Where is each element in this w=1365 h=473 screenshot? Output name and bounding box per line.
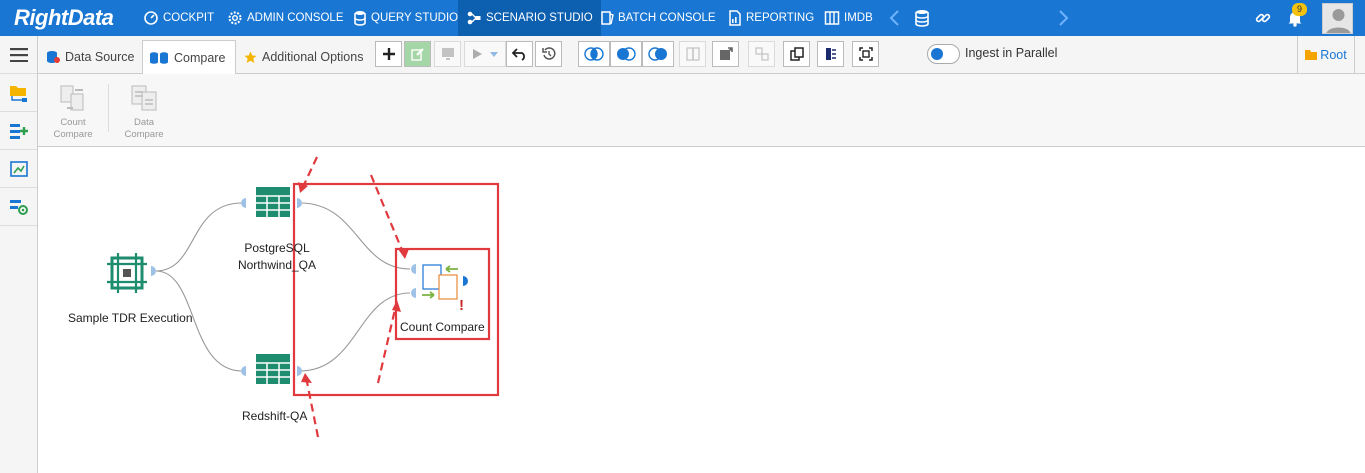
star-icon [244, 51, 257, 63]
left-join-button[interactable] [610, 41, 642, 67]
report-icon [729, 10, 741, 26]
preview-button[interactable] [434, 41, 461, 67]
user-avatar[interactable] [1322, 3, 1353, 34]
compare-icon [150, 51, 168, 64]
database-stack-icon[interactable] [914, 9, 930, 27]
root-folder-button[interactable]: Root [1297, 36, 1354, 73]
gear-icon [228, 11, 242, 25]
nav-batch-console[interactable]: BATCH CONSOLE [592, 0, 724, 36]
tool-data-compare[interactable]: Data Compare [114, 84, 174, 141]
count-compare-tool-icon [60, 85, 84, 111]
batch-icon [601, 11, 614, 25]
expand-arrow-icon [719, 47, 733, 60]
fit-screen-button[interactable] [852, 41, 879, 67]
venn-left-icon [617, 47, 636, 61]
data-source-icon [47, 51, 60, 63]
link-icon[interactable] [1254, 9, 1272, 27]
venn-right-icon [648, 47, 667, 61]
app-logo[interactable]: RightData [14, 5, 114, 31]
scenario-icon [467, 11, 481, 25]
history-icon [541, 47, 556, 60]
label-sample-tdr-execution: Sample TDR Execution [68, 311, 193, 325]
right-join-button[interactable] [642, 41, 674, 67]
caret-down-icon [490, 52, 498, 57]
node-redshift[interactable] [241, 354, 302, 384]
venn-inner-icon [584, 47, 604, 61]
sidebar-add-scenario[interactable] [0, 112, 37, 150]
label-postgresql: PostgreSQL Northwind_QA [237, 241, 317, 272]
warning-indicator: ! [459, 297, 464, 314]
database-icon [354, 11, 366, 26]
history-button[interactable] [535, 41, 562, 67]
chevron-right-icon[interactable] [1056, 9, 1070, 27]
tab-compare[interactable]: Compare [142, 40, 236, 74]
split-icon [685, 47, 700, 61]
copy-button[interactable] [783, 41, 810, 67]
columns-icon [824, 11, 840, 25]
sidebar-dashboard[interactable] [0, 150, 37, 188]
tool-palette: Count Compare Data Compare [38, 74, 1365, 147]
undo-icon [511, 48, 525, 61]
node-postgresql[interactable] [241, 187, 302, 217]
sidebar-menu[interactable] [0, 36, 37, 74]
monitor-icon [441, 48, 454, 60]
image-frame-icon [9, 160, 28, 177]
tab-data-source[interactable]: Data Source [40, 40, 140, 74]
folder-tree-icon [9, 85, 27, 102]
folder-icon [1305, 50, 1318, 60]
tab-additional-options[interactable]: Additional Options [238, 40, 369, 74]
workflow-graph [107, 156, 500, 438]
label-redshift: Redshift-QA [242, 409, 308, 423]
node-count-compare[interactable] [411, 264, 468, 300]
settings-list-icon [9, 199, 28, 215]
add-list-icon [9, 123, 28, 139]
nav-scenario-studio[interactable]: SCENARIO STUDIO [458, 0, 601, 36]
run-button[interactable] [464, 41, 506, 67]
fit-screen-icon [858, 47, 873, 61]
edit-icon [410, 48, 424, 61]
ingest-parallel-toggle[interactable] [927, 44, 960, 64]
label-count-compare: Count Compare [400, 320, 485, 334]
split-button[interactable] [679, 41, 706, 67]
hamburger-icon [9, 47, 28, 62]
inner-join-button[interactable] [578, 41, 610, 67]
sidebar-settings[interactable] [0, 188, 37, 226]
ingest-parallel-label: Ingest in Parallel [965, 46, 1058, 60]
sidebar-scenarios[interactable] [0, 74, 37, 112]
scenario-canvas[interactable]: Sample TDR Execution PostgreSQL Northwin… [38, 147, 1365, 473]
plus-icon [382, 48, 395, 60]
group-button[interactable] [748, 41, 775, 67]
play-icon [473, 49, 482, 59]
group-icon [754, 47, 769, 61]
data-compare-tool-icon [131, 85, 157, 111]
annotation-arrowheads [298, 182, 409, 383]
chevron-left-icon[interactable] [888, 9, 902, 27]
nav-admin-console[interactable]: ADMIN CONSOLE [219, 0, 352, 36]
expand-button[interactable] [712, 41, 739, 67]
copy-icon [789, 47, 804, 61]
align-button[interactable] [817, 41, 844, 67]
nav-cockpit[interactable]: COCKPIT [135, 0, 222, 36]
edit-button[interactable] [404, 41, 431, 67]
user-silhouette-icon [1326, 9, 1351, 33]
align-icon [825, 48, 836, 60]
toggle-knob [931, 48, 943, 60]
top-navbar: RightData COCKPIT ADMIN CONSOLE QUERY ST… [0, 0, 1365, 36]
database-toggle-button[interactable] [1354, 36, 1365, 73]
tool-count-compare[interactable]: Count Compare [43, 84, 103, 141]
tab-toolbar: Data Source Compare Additional Options I… [38, 36, 1365, 74]
left-sidebar [0, 36, 38, 473]
tool-separator [108, 84, 109, 132]
notification-badge: 9 [1292, 3, 1307, 16]
nav-imdb[interactable]: IMDB [816, 0, 881, 36]
nav-query-studio[interactable]: QUERY STUDIO [345, 0, 466, 36]
connection-redshift-compare [299, 292, 411, 372]
node-sample-tdr-execution[interactable] [107, 253, 156, 293]
add-button[interactable] [375, 41, 402, 67]
undo-button[interactable] [506, 41, 533, 67]
cockpit-icon [144, 11, 158, 25]
connection-source-postgres [155, 202, 243, 272]
nav-reporting[interactable]: REPORTING [720, 0, 822, 36]
